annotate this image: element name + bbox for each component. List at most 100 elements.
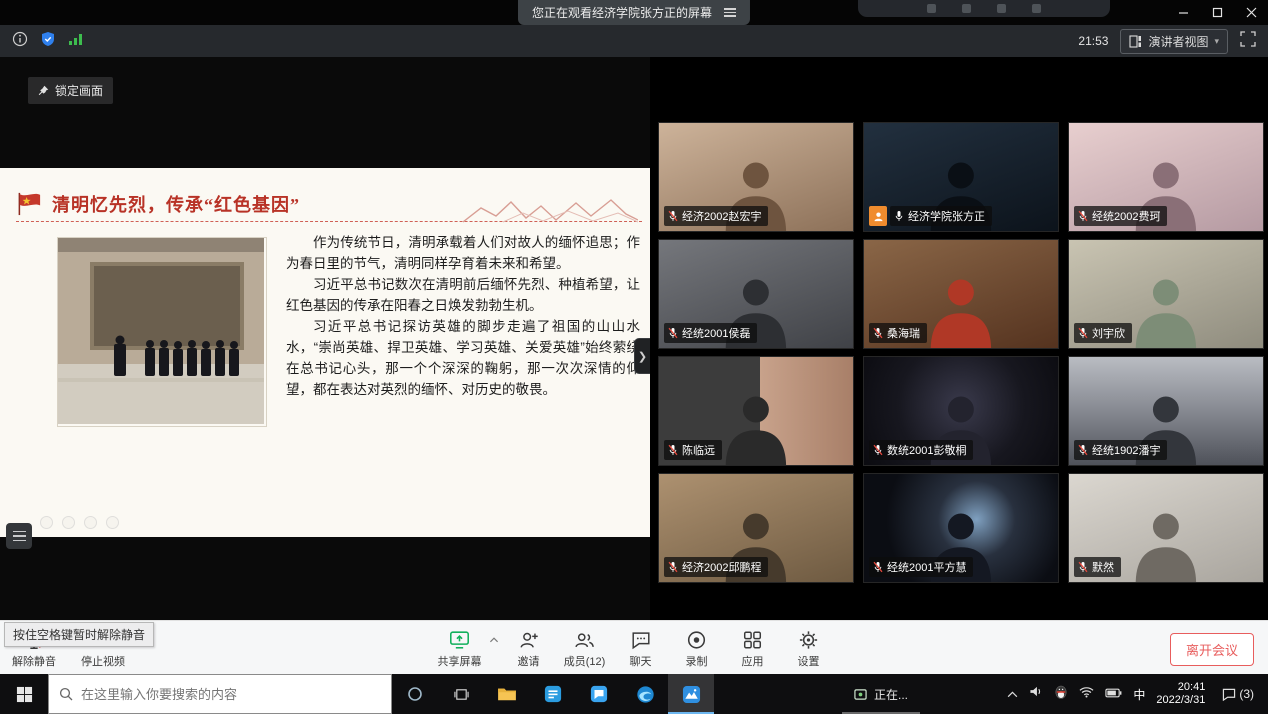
participant-badges: 陈临远 — [664, 440, 722, 460]
mic-status-icon — [873, 444, 883, 456]
view-mode-selector[interactable]: 演讲者视图 ▾ — [1120, 29, 1228, 54]
apps-button[interactable]: 应用 — [725, 624, 781, 669]
mic-status-icon — [1078, 561, 1088, 573]
participant-tile[interactable]: 经统2001侯磊 — [658, 239, 854, 349]
participant-tile[interactable]: 数统2001彭敬桐 — [863, 356, 1059, 466]
file-explorer-icon[interactable] — [484, 674, 530, 714]
share-screen-button[interactable]: 共享屏幕 — [432, 624, 488, 669]
unmute-tooltip: 按住空格键暂时解除静音 — [4, 622, 154, 647]
action-center-button[interactable]: (3) — [1216, 687, 1260, 701]
annotation-tool-icon[interactable] — [40, 516, 53, 529]
participant-tile[interactable]: 陈临远 — [658, 356, 854, 466]
floating-toolbar[interactable] — [858, 0, 1110, 17]
main-area: 锁定画面 清明忆先烈，传承“红色基因” — [0, 57, 1268, 620]
wifi-icon[interactable] — [1079, 685, 1094, 703]
participant-name: 桑海瑞 — [887, 325, 920, 341]
participant-badges: 经济2002赵宏宇 — [664, 206, 768, 226]
mic-status-icon — [1078, 327, 1088, 339]
pin-view-button[interactable]: 锁定画面 — [28, 77, 113, 104]
participant-tile[interactable]: 经统1902潘宇 — [1068, 356, 1264, 466]
fullscreen-icon[interactable] — [1240, 31, 1256, 52]
taskbar-search[interactable] — [48, 674, 392, 714]
chat-button[interactable]: 聊天 — [613, 624, 669, 669]
participant-badges: 默然 — [1074, 557, 1121, 577]
messenger-app-icon[interactable] — [576, 674, 622, 714]
edge-browser-icon[interactable] — [622, 674, 668, 714]
participant-badges: 数统2001彭敬桐 — [869, 440, 973, 460]
mic-status-icon — [873, 327, 883, 339]
leave-meeting-button[interactable]: 离开会议 — [1170, 633, 1254, 666]
decorative-mountains — [463, 195, 638, 225]
participant-tile[interactable]: 刘宇欣 — [1068, 239, 1264, 349]
annotation-tool-icon[interactable] — [84, 516, 97, 529]
participant-badges: 经统2001侯磊 — [664, 323, 757, 343]
taskbar-clock[interactable]: 20:41 2022/3/31 — [1156, 681, 1205, 707]
dock-icon — [997, 4, 1006, 13]
meeting-info-icon[interactable] — [12, 31, 28, 52]
slide-body-text: 作为传统节日，清明承载着人们对故人的缅怀追思；作为春日里的节气，清明同样孕育着未… — [286, 232, 640, 400]
name-badge: 数统2001彭敬桐 — [869, 440, 973, 460]
annotation-tool-icon[interactable] — [106, 516, 119, 529]
slide-paragraph: 作为传统节日，清明承载着人们对故人的缅怀追思；作为春日里的节气，清明同样孕育着未… — [286, 232, 640, 274]
security-shield-icon[interactable] — [40, 31, 56, 52]
mic-status-icon — [894, 210, 904, 222]
record-label: 录制 — [686, 653, 708, 669]
cortana-button[interactable] — [392, 674, 438, 714]
chevron-down-icon: ▾ — [1214, 36, 1219, 47]
task-view-button[interactable] — [438, 674, 484, 714]
qq-tray-icon[interactable] — [1054, 685, 1068, 704]
participant-name: 经统2002费珂 — [1092, 208, 1160, 224]
annotation-menu-button[interactable] — [6, 523, 32, 549]
slide-paragraph: 习近平总书记数次在清明前后缅怀先烈、种植希望，让红色基因的传承在阳春之日焕发勃勃… — [286, 274, 640, 316]
members-button[interactable]: 成员(12) — [557, 624, 613, 669]
running-task-button[interactable]: 正在... — [842, 674, 920, 714]
participant-badges: 经济学院张方正 — [869, 206, 992, 226]
center-controls: 共享屏幕 邀请 成员(12) 聊天 — [432, 624, 837, 669]
record-button[interactable]: 录制 — [669, 624, 725, 669]
participant-tile[interactable]: 经济2002邱鹏程 — [658, 473, 854, 583]
annotation-tool-icon[interactable] — [62, 516, 75, 529]
search-input[interactable] — [81, 687, 361, 702]
participant-name: 经统2001侯磊 — [682, 325, 750, 341]
meeting-app-icon[interactable] — [668, 674, 714, 714]
slide-annotation-tools[interactable] — [40, 516, 119, 529]
name-badge: 经济2002邱鹏程 — [664, 557, 768, 577]
battery-icon[interactable] — [1105, 685, 1122, 703]
meeting-control-bar: 按住空格键暂时解除静音 解除静音 停止视频 — [0, 620, 1268, 674]
chat-label: 聊天 — [630, 653, 652, 669]
maximize-button[interactable] — [1200, 0, 1234, 25]
participant-tile[interactable]: 经统2002费珂 — [1068, 122, 1264, 232]
network-signal-icon[interactable] — [68, 32, 84, 51]
window-controls — [1166, 0, 1268, 25]
panel-collapse-handle[interactable]: ❯ — [634, 338, 650, 374]
name-badge: 刘宇欣 — [1074, 323, 1132, 343]
name-badge: 经统1902潘宇 — [1074, 440, 1167, 460]
participant-tile[interactable]: 经济2002赵宏宇 — [658, 122, 854, 232]
banner-menu-icon[interactable] — [724, 8, 736, 17]
speaker-icon[interactable] — [1029, 685, 1043, 703]
participant-tile[interactable]: 经济学院张方正 — [863, 122, 1059, 232]
slide-title: 清明忆先烈，传承“红色基因” — [52, 191, 300, 217]
invite-button[interactable]: 邀请 — [501, 624, 557, 669]
participant-badges: 经统1902潘宇 — [1074, 440, 1167, 460]
layout-icon — [1129, 35, 1142, 48]
system-tray: 中 20:41 2022/3/31 (3) — [1007, 674, 1268, 714]
ime-indicator[interactable]: 中 — [1133, 686, 1145, 703]
running-task-label: 正在... — [874, 686, 908, 703]
start-button[interactable] — [0, 674, 48, 714]
taskbar-time: 20:41 — [1156, 681, 1205, 694]
participant-tile[interactable]: 默然 — [1068, 473, 1264, 583]
close-button[interactable] — [1234, 0, 1268, 25]
documents-app-icon[interactable] — [530, 674, 576, 714]
stop-video-label: 停止视频 — [81, 653, 125, 669]
share-options-caret[interactable] — [488, 624, 501, 643]
settings-button[interactable]: 设置 — [781, 624, 837, 669]
minimize-button[interactable] — [1166, 0, 1200, 25]
participant-tile[interactable]: 桑海瑞 — [863, 239, 1059, 349]
party-emblem-icon — [16, 190, 43, 217]
participant-tile[interactable]: 经统2001平方慧 — [863, 473, 1059, 583]
memorial-photo — [58, 238, 266, 426]
mic-status-icon — [1078, 444, 1088, 456]
sharing-badge — [869, 206, 887, 226]
tray-chevron-up-icon[interactable] — [1007, 685, 1018, 703]
